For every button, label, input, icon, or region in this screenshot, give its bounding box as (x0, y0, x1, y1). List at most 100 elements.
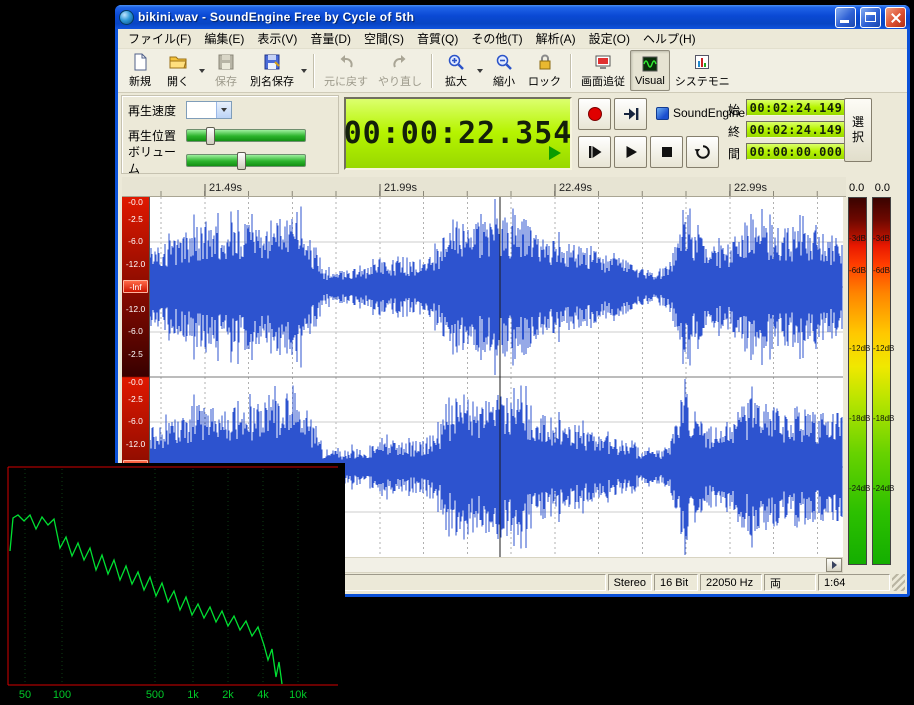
db-scale-label: -6.0 (122, 327, 149, 336)
peak-right-value: 0.0 (875, 182, 890, 194)
soundengine-logo-icon (656, 107, 669, 120)
toolbar-separator (431, 54, 433, 88)
new-button[interactable]: 新規 (121, 50, 159, 91)
ruler-label: 21.49s (209, 182, 243, 194)
save-as-button-label: 別名保存 (250, 73, 294, 89)
selection-duration-label: 間 (728, 145, 740, 162)
playing-indicator-icon (549, 146, 561, 160)
db-scale-label: -2.5 (122, 395, 149, 404)
undo-button[interactable]: 元に戻す (319, 50, 373, 91)
combo-arrow-button[interactable] (216, 102, 231, 118)
jump-to-cursor-button[interactable] (614, 98, 647, 130)
volume-slider-thumb[interactable] (237, 152, 246, 170)
menu-view[interactable]: 表示(V) (251, 28, 303, 49)
save-as-button[interactable]: 別名保存 (245, 50, 299, 91)
time-ruler-marks: 21.49s 21.99s 22.49s 22.99s (150, 177, 843, 197)
zoom-in-button-label: 拡大 (445, 73, 467, 89)
menu-settings[interactable]: 設定(O) (583, 28, 636, 49)
new-button-label: 新規 (129, 73, 151, 89)
menu-quality[interactable]: 音質(Q) (411, 28, 464, 49)
position-slider-thumb[interactable] (206, 127, 215, 145)
volume-slider[interactable] (186, 154, 306, 167)
zoom-dropdown[interactable] (475, 50, 485, 91)
playback-settings-block: 再生速度 再生位置 ボリューム (121, 95, 339, 174)
meter-right: -3dB -6dB -12dB -18dB -24dB (872, 197, 891, 565)
maximize-button[interactable] (860, 7, 881, 28)
menu-help[interactable]: ヘルプ(H) (637, 28, 702, 49)
visual-icon (640, 54, 660, 74)
stop-button[interactable] (650, 136, 683, 168)
peak-values: 0.0 0.0 (848, 179, 891, 197)
record-icon (586, 105, 604, 123)
db-inf-button[interactable]: -Inf (123, 280, 148, 293)
ruler-label: 22.49s (559, 182, 593, 194)
loop-icon (694, 143, 712, 161)
speed-combobox[interactable] (186, 101, 232, 119)
save-button[interactable]: 保存 (207, 50, 245, 91)
ruler-label: 21.99s (384, 182, 418, 194)
maximize-icon (865, 12, 876, 22)
visual-button[interactable]: Visual (630, 50, 670, 91)
meter-left: -3dB -6dB -12dB -18dB -24dB (848, 197, 867, 565)
position-slider[interactable] (186, 129, 306, 142)
system-monitor-button-label: システモニ (675, 73, 730, 89)
menu-others[interactable]: その他(T) (465, 28, 528, 49)
menu-space[interactable]: 空間(S) (358, 28, 410, 49)
ruler-label: 22.99s (734, 182, 768, 194)
selection-start-display: 00:02:24.149 (746, 99, 846, 116)
close-button[interactable] (885, 7, 906, 28)
toolbar: 新規 開く 保存 別名保存 (118, 49, 907, 93)
minimize-button[interactable] (835, 7, 856, 28)
selection-duration-display: 00:00:00.000 (746, 143, 846, 160)
selection-end-display: 00:02:24.149 (746, 121, 846, 138)
desktop-background: bikini.wav - SoundEngine Free by Cycle o… (0, 0, 914, 705)
db-scale-label: -12.0 (122, 440, 149, 449)
db-scale-label: -6.0 (122, 237, 149, 246)
play-button[interactable] (614, 136, 647, 168)
frequency-label: 2k (222, 689, 234, 701)
selection-start-label: 始 (728, 101, 740, 118)
save-as-dropdown[interactable] (299, 50, 309, 91)
system-monitor-button[interactable]: システモニ (670, 50, 735, 91)
titlebar[interactable]: bikini.wav - SoundEngine Free by Cycle o… (115, 5, 910, 29)
time-ruler[interactable]: 21.49s 21.99s 22.49s 22.99s (122, 177, 846, 197)
select-range-button[interactable]: 選択 (844, 98, 872, 162)
zoom-out-button-label: 縮小 (493, 73, 515, 89)
open-button[interactable]: 開く (159, 50, 197, 91)
status-sample-rate: 22050 Hz (700, 574, 762, 591)
peak-left-value: 0.0 (849, 182, 864, 194)
play-from-start-button[interactable] (578, 136, 611, 168)
record-button[interactable] (578, 98, 611, 130)
chevron-down-icon (301, 69, 307, 73)
menu-analyze[interactable]: 解析(A) (530, 28, 582, 49)
level-meters: 0.0 0.0 -3dB -6dB -12dB -18dB -24dB -3dB… (848, 179, 891, 565)
menu-file[interactable]: ファイル(F) (122, 28, 197, 49)
db-scale-label: -2.5 (122, 350, 149, 359)
db-scale-label: -12.0 (122, 260, 149, 269)
play-from-start-icon (586, 143, 604, 161)
spectrum-plot: 501005001k2k4k10k (0, 463, 345, 703)
open-folder-icon (168, 52, 188, 72)
frequency-label: 10k (289, 689, 307, 701)
db-scale-label: -0.0 (122, 198, 149, 207)
status-channel-mode: 両 (764, 574, 816, 591)
lock-button[interactable]: ロック (523, 50, 566, 91)
lock-icon (535, 52, 555, 72)
screen-follow-button[interactable]: 画面追従 (576, 50, 630, 91)
toolbar-separator (313, 54, 315, 88)
status-bit-depth: 16 Bit (654, 574, 698, 591)
frequency-label: 4k (257, 689, 269, 701)
toolbar-separator (570, 54, 572, 88)
open-dropdown[interactable] (197, 50, 207, 91)
menu-volume[interactable]: 音量(D) (304, 28, 357, 49)
scroll-right-button[interactable] (826, 558, 842, 572)
zoom-out-button[interactable]: 縮小 (485, 50, 523, 91)
resize-grip[interactable] (892, 574, 905, 591)
zoom-out-icon (494, 52, 514, 72)
redo-button[interactable]: やり直し (373, 50, 427, 91)
frequency-label: 1k (187, 689, 199, 701)
zoom-in-button[interactable]: 拡大 (437, 50, 475, 91)
menu-edit[interactable]: 編集(E) (198, 28, 250, 49)
loop-button[interactable] (686, 136, 719, 168)
speed-label: 再生速度 (128, 102, 186, 119)
